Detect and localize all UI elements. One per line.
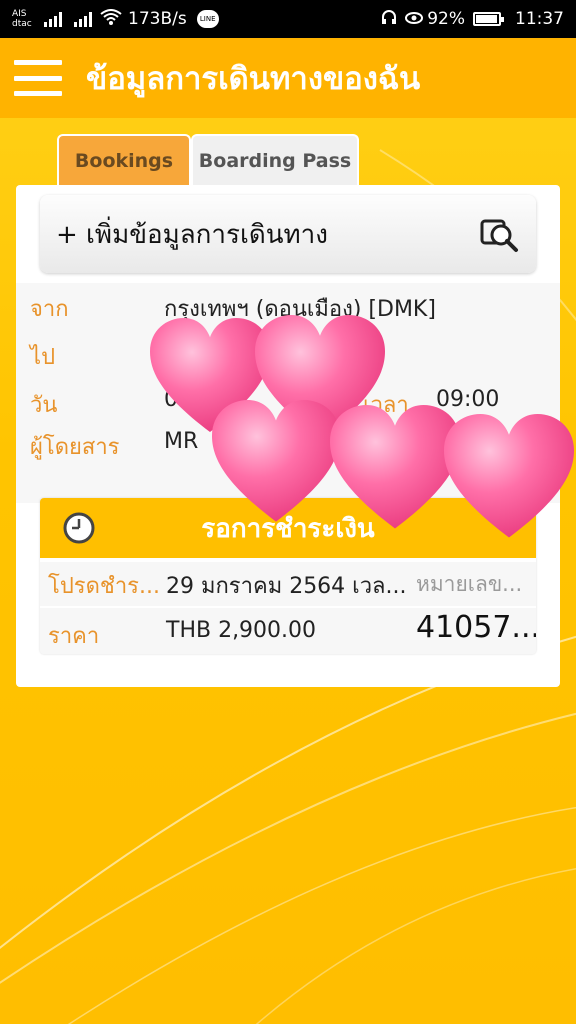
add-trip-label: + เพิ่มข้อมูลการเดินทาง [56, 219, 328, 250]
due-value: 29 มกราคม 2564 เวล... [166, 574, 407, 599]
tab-bar: Bookings Boarding Pass [57, 134, 359, 186]
carrier-labels: AIS dtac [12, 9, 40, 29]
date-label: วัน [30, 393, 58, 418]
battery-icon [473, 12, 504, 26]
payment-due-row: โปรดชำร... 29 มกราคม 2564 เวล... หมายเลข… [40, 562, 536, 606]
passenger-row: ผู้โดยสาร MR [16, 429, 560, 469]
network-speed: 173B/s [128, 9, 187, 29]
add-trip-button[interactable]: + เพิ่มข้อมูลการเดินทาง [40, 195, 536, 273]
battery-percent: 92% [427, 9, 465, 29]
signal-icon [44, 11, 62, 27]
reference-label: หมายเลข... [416, 572, 523, 596]
passenger-label: ผู้โดยสาร [30, 435, 120, 460]
payment-status-header: รอการชำระเงิน [40, 498, 536, 558]
from-label: จาก [30, 297, 69, 322]
payment-price-row: ราคา THB 2,900.00 41057... [40, 608, 536, 654]
wifi-icon [100, 8, 122, 30]
clock-icon [62, 511, 96, 545]
tab-bookings[interactable]: Bookings [57, 134, 191, 186]
time-label: เวลา [363, 393, 409, 418]
carrier-1: AIS [12, 9, 27, 19]
payment-status: รอการชำระเงิน [201, 513, 375, 544]
price-label: ราคา [48, 624, 100, 649]
app-bar: ข้อมูลการเดินทางของฉัน [0, 38, 576, 118]
date-row: วัน 0 เวลา 09:00 [16, 387, 560, 427]
booking-details: จาก กรุงเทพฯ (ดอนเมือง) [DMK] ไป วัน 0 เ… [16, 283, 560, 503]
payment-box[interactable]: รอการชำระเงิน โปรดชำร... 29 มกราคม 2564 … [40, 498, 536, 654]
tab-boarding-pass[interactable]: Boarding Pass [191, 134, 359, 186]
from-row: จาก กรุงเทพฯ (ดอนเมือง) [DMK] [16, 291, 560, 331]
price-value: THB 2,900.00 [166, 618, 317, 643]
search-icon[interactable] [480, 217, 520, 253]
carrier-2: dtac [12, 19, 32, 29]
to-label: ไป [30, 345, 56, 370]
passenger-value: MR [164, 429, 199, 454]
clock-time: 11:37 [515, 9, 564, 29]
chat-icon: LINE [196, 10, 219, 28]
headphones-icon [381, 9, 397, 30]
date-value: 0 [164, 387, 178, 412]
to-row: ไป [16, 339, 560, 379]
menu-icon[interactable] [14, 60, 62, 96]
status-bar: AIS dtac 173B/s LINE 92% 11:37 [0, 0, 576, 38]
signal-icon-2 [74, 11, 92, 27]
eye-icon [405, 9, 424, 29]
time-value: 09:00 [436, 387, 500, 412]
page-title: ข้อมูลการเดินทางของฉัน [86, 61, 421, 97]
from-value: กรุงเทพฯ (ดอนเมือง) [DMK] [164, 297, 436, 322]
due-label: โปรดชำร... [48, 574, 160, 599]
reference-value: 41057... [416, 610, 536, 645]
booking-card: + เพิ่มข้อมูลการเดินทาง จาก กรุงเทพฯ (ดอ… [16, 185, 560, 687]
